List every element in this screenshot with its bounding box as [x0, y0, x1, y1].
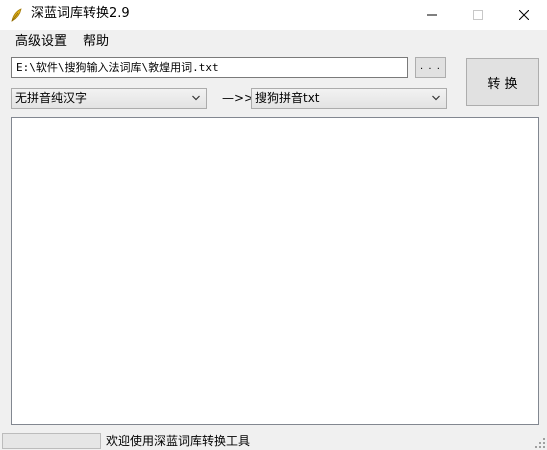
maximize-icon: [473, 10, 483, 20]
minimize-icon: [427, 14, 437, 16]
browse-button[interactable]: . . .: [415, 57, 446, 78]
file-path-input[interactable]: E:\软件\搜狗输入法词库\敦煌用词.txt: [11, 57, 408, 78]
close-icon: [519, 10, 529, 20]
menu-advanced-settings[interactable]: 高级设置: [15, 34, 67, 50]
close-button[interactable]: [501, 0, 547, 30]
minimize-button[interactable]: [409, 0, 455, 30]
source-format-value: 无拼音纯汉字: [15, 91, 88, 105]
chevron-down-icon: [192, 95, 200, 101]
source-format-select[interactable]: 无拼音纯汉字: [11, 88, 207, 109]
convert-button[interactable]: 转 换: [466, 58, 539, 106]
resize-grip-icon[interactable]: [535, 438, 545, 448]
maximize-button[interactable]: [455, 0, 501, 30]
chevron-down-icon: [432, 95, 440, 101]
target-format-value: 搜狗拼音txt: [255, 91, 320, 105]
feather-app-icon: [11, 8, 22, 22]
conversion-arrow-label: —>>: [222, 91, 255, 105]
status-progress-bar: [2, 433, 101, 449]
window-title: 深蓝词库转换2.9: [31, 6, 130, 21]
target-format-select[interactable]: 搜狗拼音txt: [251, 88, 447, 109]
status-message: 欢迎使用深蓝词库转换工具: [106, 434, 251, 448]
output-textarea[interactable]: [11, 117, 539, 425]
menu-help[interactable]: 帮助: [83, 34, 109, 50]
